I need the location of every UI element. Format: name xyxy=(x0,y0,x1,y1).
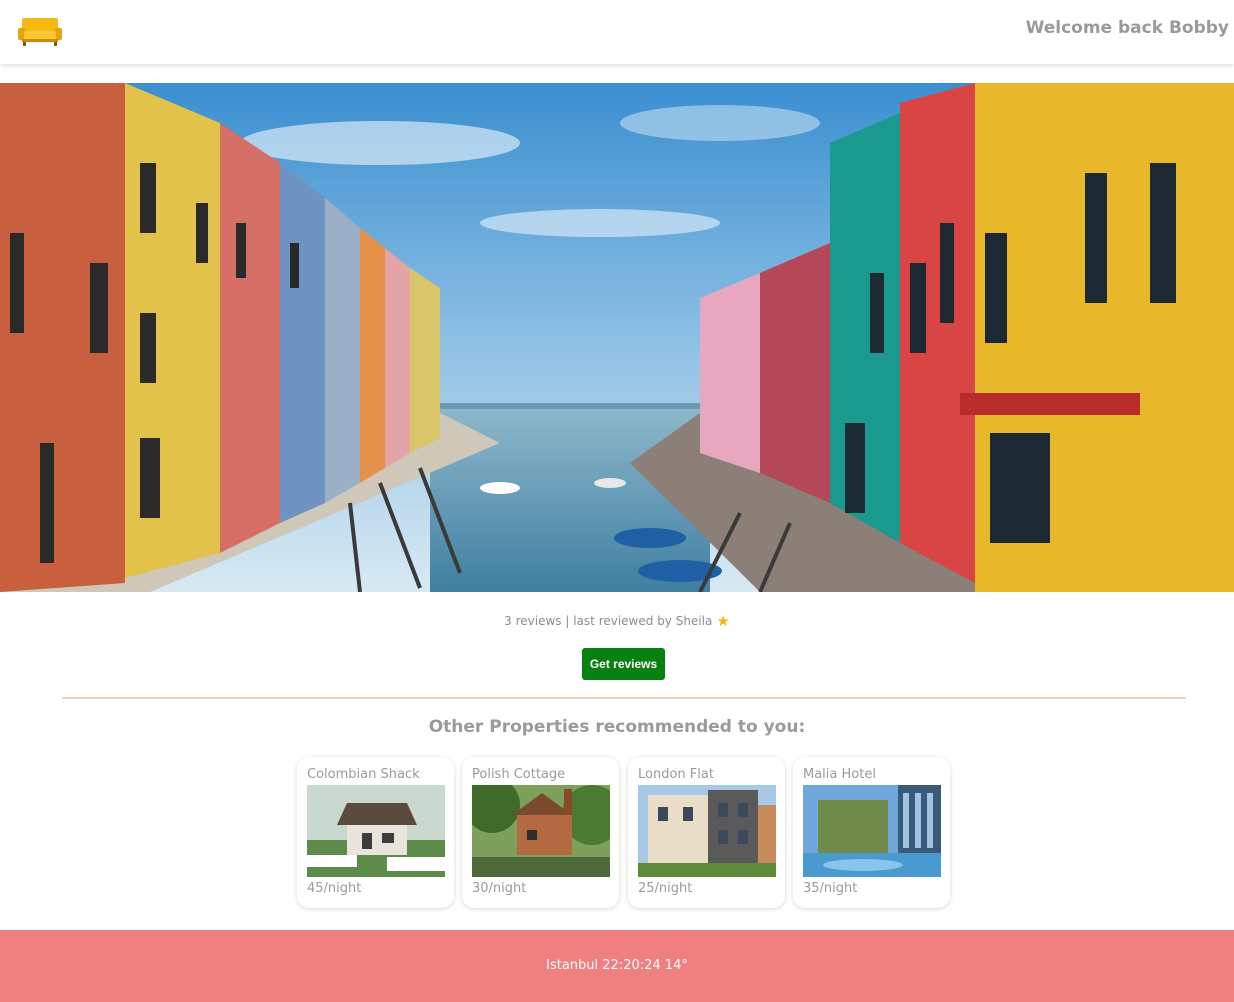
canal-street-photo xyxy=(0,83,1234,592)
recommended-properties-list: Colombian Shack 45/night Polish Cottage xyxy=(297,757,957,909)
reviews-summary: 3 reviews | last reviewed by Sheila ★ xyxy=(0,612,1234,630)
city-time-weather: Istanbul 22:20:24 14° xyxy=(546,958,688,973)
section-divider xyxy=(62,697,1186,699)
townhouse-photo xyxy=(638,785,776,877)
property-name: Colombian Shack xyxy=(307,767,420,782)
property-name: Polish Cottage xyxy=(472,767,566,782)
site-header: Welcome back Bobby xyxy=(0,0,1234,64)
reviews-summary-text: 3 reviews | last reviewed by Sheila xyxy=(504,614,713,628)
property-card-malia-hotel[interactable]: Malia Hotel 35/night xyxy=(793,757,950,908)
star-icon: ★ xyxy=(716,612,730,630)
property-card-polish-cottage[interactable]: Polish Cottage 30/night xyxy=(462,757,619,908)
welcome-message: Welcome back Bobby xyxy=(1025,18,1229,38)
hero-image xyxy=(0,83,1234,592)
hotel-photo xyxy=(803,785,941,877)
cottage-photo xyxy=(307,785,445,877)
property-name: Malia Hotel xyxy=(803,767,876,782)
property-price: 45/night xyxy=(307,881,362,896)
property-name: London Flat xyxy=(638,767,714,782)
property-card-colombian-shack[interactable]: Colombian Shack 45/night xyxy=(297,757,454,908)
property-card-london-flat[interactable]: London Flat 25/night xyxy=(628,757,785,908)
property-price: 25/night xyxy=(638,881,693,896)
brick-cottage-photo xyxy=(472,785,610,877)
recommended-title: Other Properties recommended to you: xyxy=(428,717,806,737)
get-reviews-button[interactable]: Get reviews xyxy=(582,648,665,680)
property-price: 30/night xyxy=(472,881,527,896)
property-price: 35/night xyxy=(803,881,858,896)
sofa-icon[interactable] xyxy=(18,16,62,46)
site-footer: Istanbul 22:20:24 14° xyxy=(0,930,1234,1002)
